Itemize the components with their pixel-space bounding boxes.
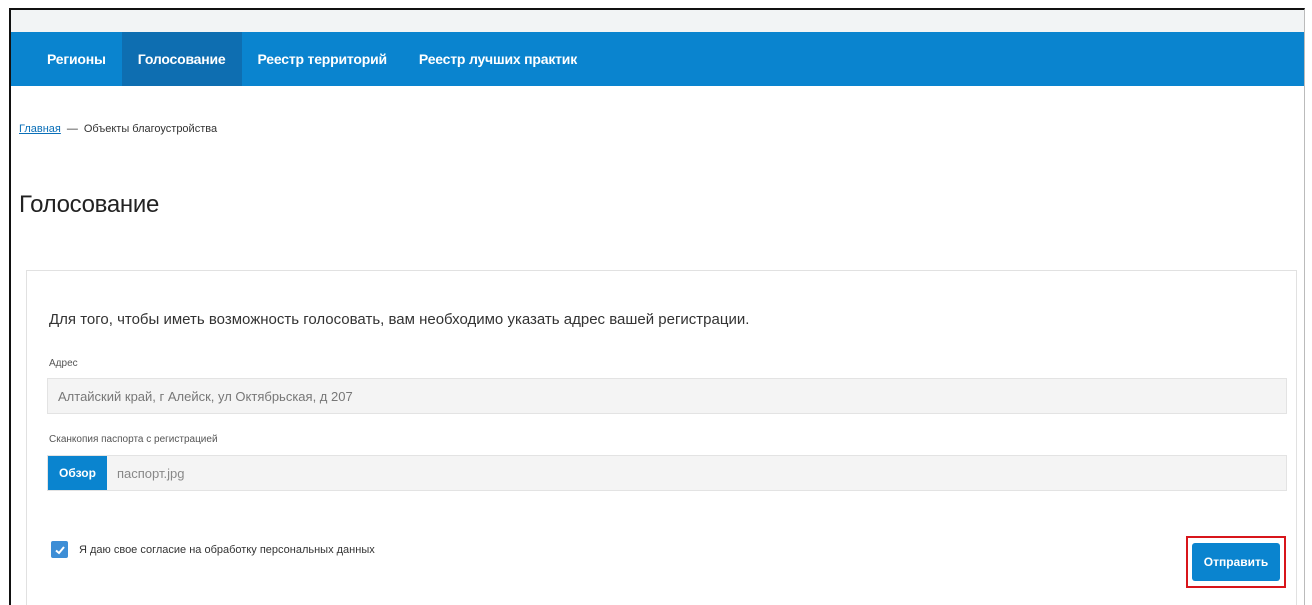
consent-checkbox[interactable] xyxy=(51,541,68,558)
breadcrumb: Главная — Объекты благоустройства xyxy=(19,123,1304,135)
submit-highlight-box: Отправить xyxy=(1186,536,1286,588)
checkmark-icon xyxy=(54,545,65,554)
address-label: Адрес xyxy=(49,358,78,369)
breadcrumb-home-link[interactable]: Главная xyxy=(19,123,61,135)
main-navigation: Регионы Голосование Реестр территорий Ре… xyxy=(11,32,1304,86)
breadcrumb-current: Объекты благоустройства xyxy=(83,123,218,135)
consent-label: Я даю свое согласие на обработку персона… xyxy=(79,543,375,556)
address-input[interactable]: Алтайский край, г Алейск, ул Октябрьская… xyxy=(47,378,1287,414)
nav-item-territory-registry[interactable]: Реестр территорий xyxy=(242,32,403,86)
nav-item-voting[interactable]: Голосование xyxy=(121,32,242,86)
passport-file-input: Обзор паспорт.jpg xyxy=(47,455,1287,491)
top-strip xyxy=(11,10,1304,32)
browse-button[interactable]: Обзор xyxy=(48,456,107,490)
browser-frame: Регионы Голосование Реестр территорий Ре… xyxy=(9,8,1305,605)
nav-item-regions[interactable]: Регионы xyxy=(31,32,122,86)
breadcrumb-separator: — xyxy=(66,123,78,135)
page-title: Голосование xyxy=(19,191,159,218)
nav-item-best-practices-registry[interactable]: Реестр лучших практик xyxy=(403,32,593,86)
passport-scan-label: Сканкопия паспорта с регистрацией xyxy=(49,434,218,445)
selected-file-name: паспорт.jpg xyxy=(117,465,185,481)
form-intro-text: Для того, чтобы иметь возможность голосо… xyxy=(49,311,750,328)
submit-button[interactable]: Отправить xyxy=(1192,543,1280,581)
consent-row: Я даю свое согласие на обработку персона… xyxy=(51,541,375,558)
voting-form-panel: Для того, чтобы иметь возможность голосо… xyxy=(26,270,1297,605)
